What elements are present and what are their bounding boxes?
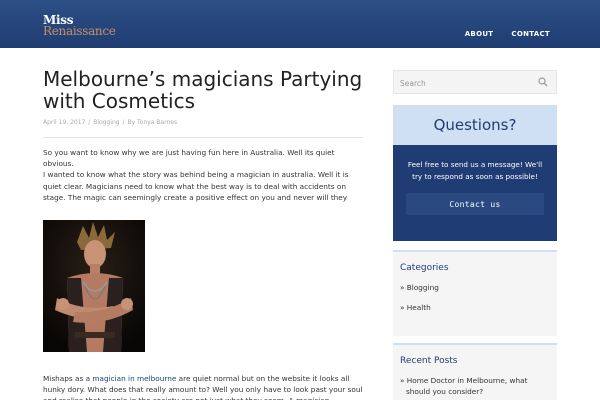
questions-widget: Questions? Feel free to send us a messag… <box>393 105 557 241</box>
nav-contact[interactable]: CONTACT <box>511 30 550 38</box>
recent-posts-list: » Home Doctor in Melbourne, what should … <box>393 366 557 397</box>
categories-widget: Categories » Blogging » Health <box>393 250 557 336</box>
recent-posts-widget: Recent Posts » Home Doctor in Melbourne,… <box>393 343 557 400</box>
paragraph-line: So you want to know why we are just havi… <box>43 148 335 169</box>
recent-posts-title: Recent Posts <box>400 356 458 366</box>
nav-about[interactable]: ABOUT <box>465 30 494 38</box>
magician-photo-illustration <box>43 220 145 352</box>
search-box <box>393 70 557 95</box>
site-header: Miss Renaissance ABOUT CONTACT <box>0 0 600 48</box>
meta-separator: / <box>88 119 91 126</box>
post-date[interactable]: April 19, 2017 <box>43 119 85 126</box>
search-input[interactable] <box>394 72 524 95</box>
questions-header: Questions? <box>393 105 557 145</box>
post-author[interactable]: Tonya Barnes <box>137 119 177 126</box>
post-meta: April 19, 2017 / Blogging / By Tonya Bar… <box>43 119 177 126</box>
recent-post-item[interactable]: » Home Doctor in Melbourne, what should … <box>400 375 545 397</box>
meta-by: By <box>127 119 136 126</box>
post-title: Melbourne’s magicians Partying with Cosm… <box>43 67 363 113</box>
magician-link[interactable]: magician in melbourne <box>92 374 176 383</box>
category-item-blogging[interactable]: » Blogging <box>400 282 557 293</box>
main-nav: ABOUT CONTACT <box>465 30 550 38</box>
categories-list: » Blogging » Health <box>393 273 557 313</box>
post-paragraph-1: So you want to know why we are just havi… <box>43 147 365 203</box>
category-item-health[interactable]: » Health <box>400 302 557 313</box>
post-paragraph-2: Mishaps as a magician in melbourne are q… <box>43 373 365 400</box>
post-image-magician <box>43 220 145 352</box>
meta-separator: / <box>122 119 125 126</box>
title-divider <box>43 137 363 138</box>
search-icon[interactable] <box>538 77 548 87</box>
paragraph-line: I wanted to know what the story was behi… <box>43 170 349 202</box>
questions-text: Feel free to send us a message! We'll tr… <box>407 160 543 181</box>
questions-title: Questions? <box>433 116 517 134</box>
paragraph-text: Mishaps as a <box>43 374 93 383</box>
contact-us-button[interactable]: Contact us <box>406 193 544 215</box>
categories-title: Categories <box>400 263 449 273</box>
post-category[interactable]: Blogging <box>93 119 119 126</box>
site-logo[interactable]: Miss Renaissance <box>43 14 116 38</box>
logo-line-2: Renaissance <box>43 24 116 38</box>
